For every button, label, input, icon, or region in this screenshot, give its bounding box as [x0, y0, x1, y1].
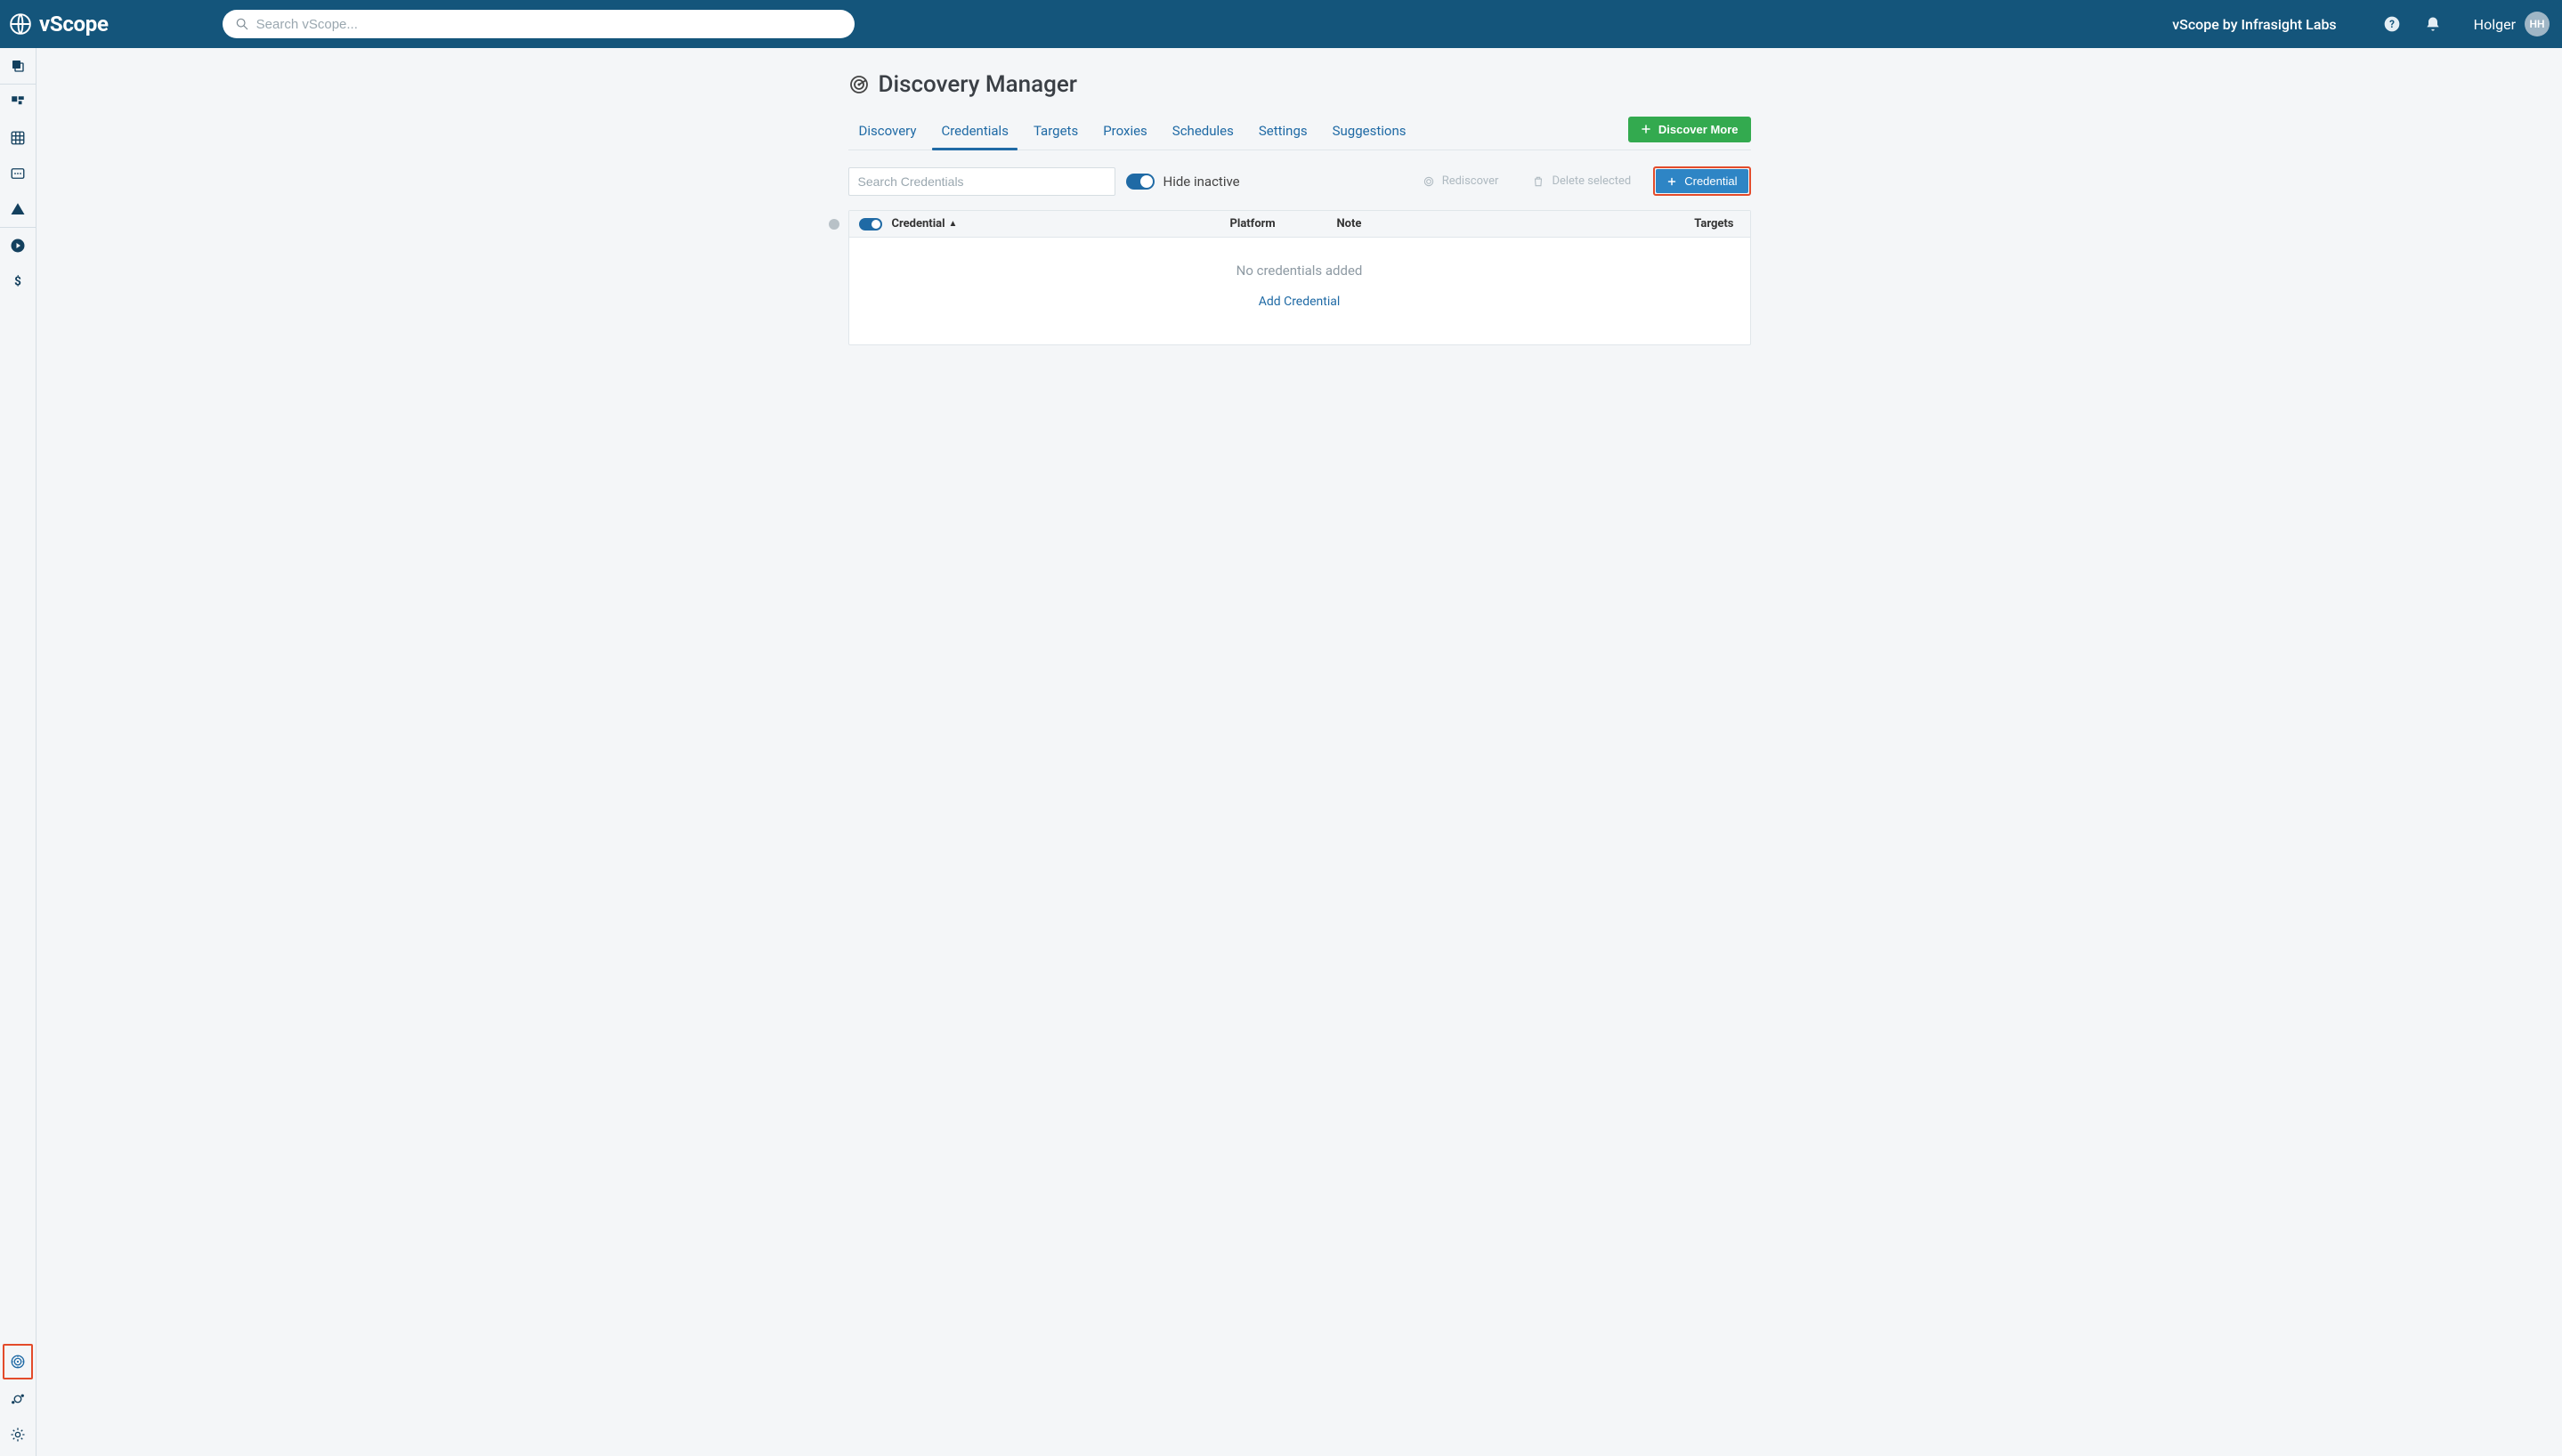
radar-small-icon	[1423, 175, 1435, 188]
add-credential-label: Credential	[1684, 174, 1737, 188]
add-credential-button[interactable]: Credential	[1656, 169, 1747, 193]
hide-inactive-label: Hide inactive	[1163, 174, 1240, 190]
global-search	[223, 10, 855, 38]
user-avatar: HH	[2525, 12, 2550, 36]
add-credential-highlight: Credential	[1653, 166, 1750, 196]
add-credential-link[interactable]: Add Credential	[1259, 295, 1341, 309]
sidebar-item-library[interactable]	[0, 48, 36, 84]
column-header-platform[interactable]: Platform	[1230, 217, 1337, 231]
tab-suggestions[interactable]: Suggestions	[1322, 114, 1417, 150]
app-shell: $ Discovery Manager	[0, 48, 2562, 1456]
discover-more-button[interactable]: Discover More	[1628, 117, 1751, 142]
sidebar-item-tables[interactable]	[0, 120, 36, 156]
discover-more-label: Discover More	[1658, 123, 1739, 136]
left-sidebar: $	[0, 48, 36, 1456]
globe-icon	[9, 12, 32, 36]
global-search-input[interactable]	[256, 17, 842, 32]
page-header: Discovery Manager	[848, 71, 1751, 98]
sort-asc-icon: ▲	[949, 219, 958, 229]
sidebar-item-discovery-highlight	[3, 1344, 33, 1379]
user-menu[interactable]: Holger HH	[2474, 12, 2550, 36]
header-active-toggle[interactable]	[859, 218, 882, 231]
sidebar-item-billing[interactable]: $	[0, 263, 36, 299]
delete-selected-button: Delete selected	[1520, 168, 1642, 194]
column-header-note[interactable]: Note	[1337, 217, 1670, 231]
rediscover-label: Rediscover	[1442, 174, 1499, 188]
content-area: Discovery Manager Discovery Credentials …	[36, 48, 2562, 1456]
tab-credentials[interactable]: Credentials	[930, 114, 1018, 150]
radar-icon	[848, 74, 870, 95]
status-dot-icon	[829, 219, 839, 230]
search-icon	[235, 17, 249, 31]
table-header-row: Credential ▲ Platform Note Targets	[849, 211, 1750, 238]
plus-icon	[1641, 124, 1651, 134]
table-body: No credentials added Add Credential	[849, 238, 1750, 344]
sidebar-item-alerts[interactable]	[0, 191, 36, 227]
brand-logo[interactable]: vScope	[9, 12, 109, 36]
rediscover-button: Rediscover	[1411, 168, 1511, 194]
credentials-table-wrapper: Credential ▲ Platform Note Targets No cr…	[848, 210, 1751, 345]
svg-text:?: ?	[2389, 18, 2395, 30]
tab-proxies[interactable]: Proxies	[1092, 114, 1158, 150]
user-name-label: Holger	[2474, 16, 2516, 33]
global-search-field[interactable]	[223, 10, 855, 38]
tab-settings[interactable]: Settings	[1248, 114, 1318, 150]
org-label: vScope by Infrasight Labs	[2172, 16, 2336, 33]
sidebar-item-discovery[interactable]	[10, 1354, 26, 1370]
credentials-search-input[interactable]	[848, 167, 1115, 196]
topbar: vScope vScope by Infrasight Labs ? Holge…	[0, 0, 2562, 48]
plus-icon	[1666, 176, 1677, 187]
trash-icon	[1532, 175, 1544, 188]
column-header-targets[interactable]: Targets	[1670, 217, 1750, 231]
sidebar-item-settings[interactable]	[0, 1417, 36, 1452]
tab-targets[interactable]: Targets	[1023, 114, 1089, 150]
svg-text:$: $	[14, 275, 21, 289]
bell-icon[interactable]	[2424, 15, 2442, 33]
credentials-table: Credential ▲ Platform Note Targets No cr…	[848, 210, 1751, 345]
help-icon[interactable]: ?	[2383, 15, 2401, 33]
sidebar-item-notes[interactable]	[0, 156, 36, 191]
credentials-toolbar: Hide inactive Rediscover Delete selected	[848, 166, 1751, 196]
tab-discovery[interactable]: Discovery	[848, 114, 928, 150]
column-header-credential[interactable]: Credential ▲	[892, 217, 1230, 231]
empty-state-text: No credentials added	[1236, 263, 1363, 279]
sidebar-item-dashboard[interactable]	[0, 85, 36, 120]
tab-schedules[interactable]: Schedules	[1162, 114, 1245, 150]
page-title: Discovery Manager	[879, 71, 1078, 98]
sidebar-item-play[interactable]	[0, 228, 36, 263]
brand-name: vScope	[39, 12, 109, 36]
sidebar-item-integrations[interactable]	[0, 1381, 36, 1417]
delete-selected-label: Delete selected	[1552, 174, 1631, 188]
tabs: Discovery Credentials Targets Proxies Sc…	[848, 114, 1751, 150]
column-header-credential-label: Credential	[892, 217, 945, 231]
hide-inactive-toggle[interactable]	[1126, 174, 1155, 190]
